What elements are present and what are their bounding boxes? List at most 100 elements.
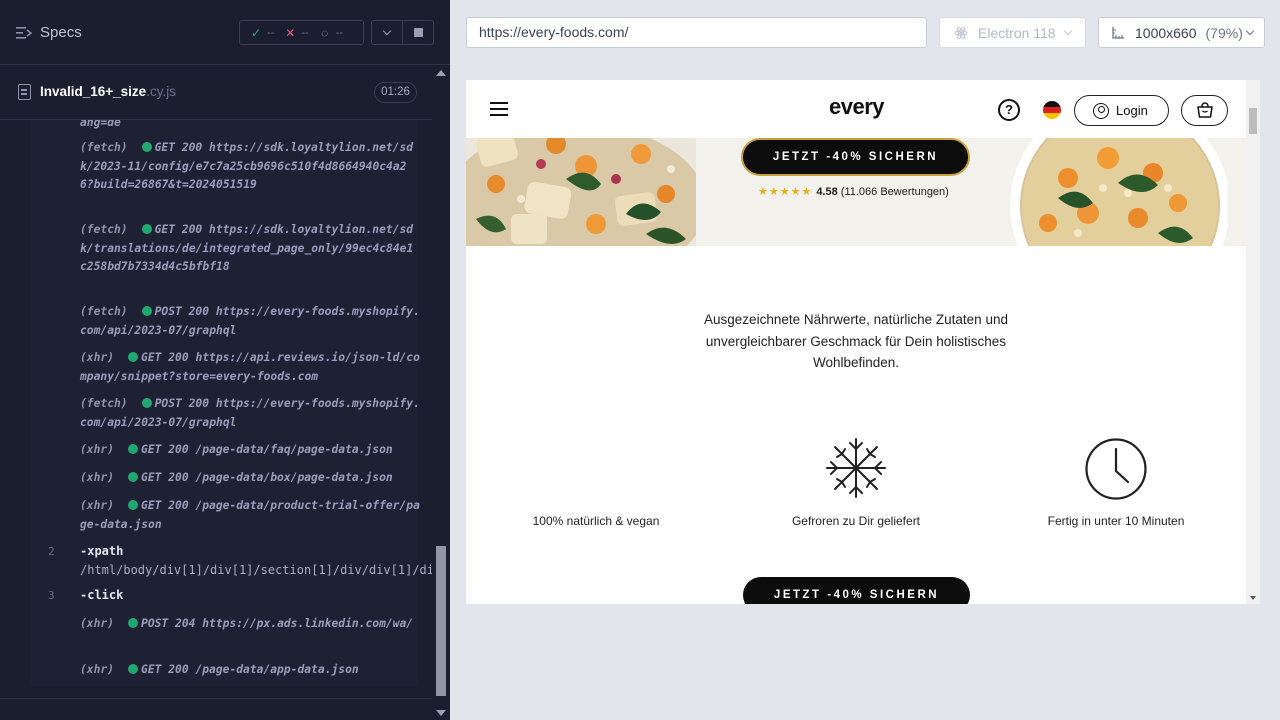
cart-icon <box>1196 102 1213 118</box>
login-label: Login <box>1116 103 1148 118</box>
feature-frozen: Gefroren zu Dir geliefert <box>781 513 931 529</box>
login-button[interactable]: Login <box>1074 95 1169 126</box>
cart-button[interactable] <box>1181 95 1228 126</box>
status-dot-icon <box>128 444 139 454</box>
log-type: (xhr) <box>80 351 115 364</box>
log-line[interactable]: (xhr) GET 200 /page-data/box/page-data.js… <box>80 469 420 488</box>
command-xpath[interactable]: -xpath /html/body/div[1]/div[1]/section[… <box>80 542 432 579</box>
log-status: GET 200 <box>154 223 203 236</box>
status-dot-icon <box>141 306 152 316</box>
pending-icon: ◌ <box>321 25 329 40</box>
help-icon[interactable]: ? <box>998 99 1020 121</box>
spec-duration: 01:26 <box>374 82 417 103</box>
scrollbar-thumb[interactable] <box>436 546 446 696</box>
status-dot-icon <box>141 142 152 152</box>
feature-label: 100% natürlich & vegan <box>532 514 660 528</box>
log-status: POST 200 <box>154 397 210 410</box>
spec-extension: .cy.js <box>146 84 176 99</box>
log-status: GET 200 <box>141 471 189 484</box>
log-type: (xhr) <box>80 471 115 484</box>
hero-cta-button[interactable]: JETZT -40% SICHERN <box>741 138 970 176</box>
log-status: GET 200 <box>154 141 203 154</box>
scrollbar-thumb[interactable] <box>1249 108 1257 134</box>
command-name: -click <box>80 588 124 602</box>
command-click[interactable]: -click <box>80 586 123 605</box>
log-url: https://px.ads.linkedin.com/wa/ <box>202 617 414 630</box>
spec-name[interactable]: Invalid_16+_size.cy.js <box>40 84 176 99</box>
feature-label: Gefroren zu Dir geliefert <box>791 514 921 528</box>
cypress-runner-panel: Specs ✓ -- ✕ -- ◌ -- Invalid_16+_size.cy… <box>0 0 450 720</box>
stop-icon <box>413 28 423 37</box>
website: JETZT -40% SICHERN ★★★★★ 4.58 (11.066 Bew… <box>466 80 1246 604</box>
log-status: GET 200 <box>141 499 189 512</box>
cta-button[interactable]: JETZT -40% SICHERN <box>743 577 970 604</box>
command-log-scrollbar[interactable] <box>432 66 450 720</box>
log-footer <box>0 698 432 720</box>
specs-label[interactable]: Specs <box>40 24 82 41</box>
hamburger-menu-icon[interactable] <box>490 102 508 116</box>
rating-summary: ★★★★★ 4.58 (11.066 Bewertungen) <box>758 185 949 198</box>
command-name: -xpath <box>80 544 124 558</box>
feature-vegan: 100% natürlich & vegan <box>521 513 671 529</box>
spec-header: Invalid_16+_size.cy.js 01:26 <box>0 66 432 120</box>
german-flag-icon[interactable] <box>1043 101 1061 119</box>
log-status: POST 200 <box>154 305 210 318</box>
status-dot-icon <box>128 472 139 482</box>
log-line[interactable]: (xhr) GET 200 /page-data/product-trial-of… <box>80 497 420 534</box>
expand-button[interactable] <box>371 20 403 45</box>
url-bar[interactable]: https://every-foods.com/ <box>466 17 927 48</box>
log-line[interactable]: (xhr) POST 204 https://px.ads.linkedin.co… <box>80 615 420 634</box>
page-scrollbar[interactable] <box>1246 80 1260 604</box>
status-dot-icon <box>128 500 139 510</box>
ruler-icon <box>1112 26 1124 39</box>
intro-description: Ausgezeichnete Nährwerte, natürliche Zut… <box>704 312 1008 370</box>
cross-icon: ✕ <box>285 25 296 40</box>
rating-value: 4.58 <box>816 186 838 198</box>
log-type: (xhr) <box>80 617 115 630</box>
log-line[interactable]: ang=de <box>80 120 420 133</box>
viewport-selector[interactable]: 1000x660 (79%) <box>1098 17 1265 48</box>
pending-stat: ◌ -- <box>318 26 343 40</box>
stop-button[interactable] <box>402 20 434 45</box>
scroll-up-icon[interactable] <box>436 70 446 76</box>
feature-label: Fertig in unter 10 Minuten <box>1047 514 1185 528</box>
browser-selector[interactable]: Electron 118 <box>939 17 1086 48</box>
spec-filename: Invalid_16+_size <box>40 84 147 99</box>
clock-icon <box>1085 438 1147 500</box>
browser-name: Electron 118 <box>978 24 1056 41</box>
failed-count: -- <box>301 26 309 39</box>
check-icon: ✓ <box>250 25 262 40</box>
log-url: https://sdk.loyaltylion.net/sdk/translat… <box>80 223 414 273</box>
log-status: POST 204 <box>141 617 196 630</box>
log-line[interactable]: (fetch) POST 200 https://every-foods.mysh… <box>80 395 420 432</box>
log-line[interactable]: (fetch) POST 200 https://every-foods.mysh… <box>80 303 420 340</box>
scroll-down-icon[interactable] <box>436 710 446 716</box>
user-icon <box>1093 102 1109 119</box>
food-image-right <box>1010 128 1228 246</box>
scroll-down-icon[interactable] <box>1250 596 1256 600</box>
command-log: ang=de (fetch) GET 200 https://sdk.loyalt… <box>0 120 432 698</box>
log-line[interactable]: (fetch) GET 200 https://sdk.loyaltylion.n… <box>80 221 420 277</box>
failed-stat: ✕ -- <box>283 26 308 40</box>
log-line[interactable]: (xhr) GET 200 /page-data/faq/page-data.js… <box>80 441 420 460</box>
passed-count: -- <box>267 26 275 39</box>
file-icon <box>18 84 31 100</box>
log-line[interactable]: (xhr) GET 200 /page-data/app-data.json <box>80 661 420 680</box>
log-url: /page-data/app-data.json <box>195 663 359 676</box>
log-status: GET 200 <box>141 351 189 364</box>
viewport-zoom: (79%) <box>1205 24 1243 41</box>
specs-list-icon[interactable] <box>16 26 32 40</box>
log-type: (fetch) <box>80 223 128 236</box>
log-status: GET 200 <box>141 663 189 676</box>
command-number: 2 <box>48 545 55 558</box>
site-logo[interactable]: every <box>829 94 885 120</box>
snowflake-icon <box>826 438 886 498</box>
log-line[interactable]: (fetch) GET 200 https://sdk.loyaltylion.n… <box>80 139 420 195</box>
star-rating-icon: ★★★★★ <box>758 186 813 198</box>
log-type: (fetch) <box>80 397 128 410</box>
log-type: (fetch) <box>80 305 128 318</box>
command-arg: /html/body/div[1]/div[1]/section[1]/div/… <box>80 562 432 577</box>
site-header: every ? Login <box>466 80 1246 138</box>
log-status: GET 200 <box>141 443 189 456</box>
log-line[interactable]: (xhr) GET 200 https://api.reviews.io/json… <box>80 349 420 386</box>
